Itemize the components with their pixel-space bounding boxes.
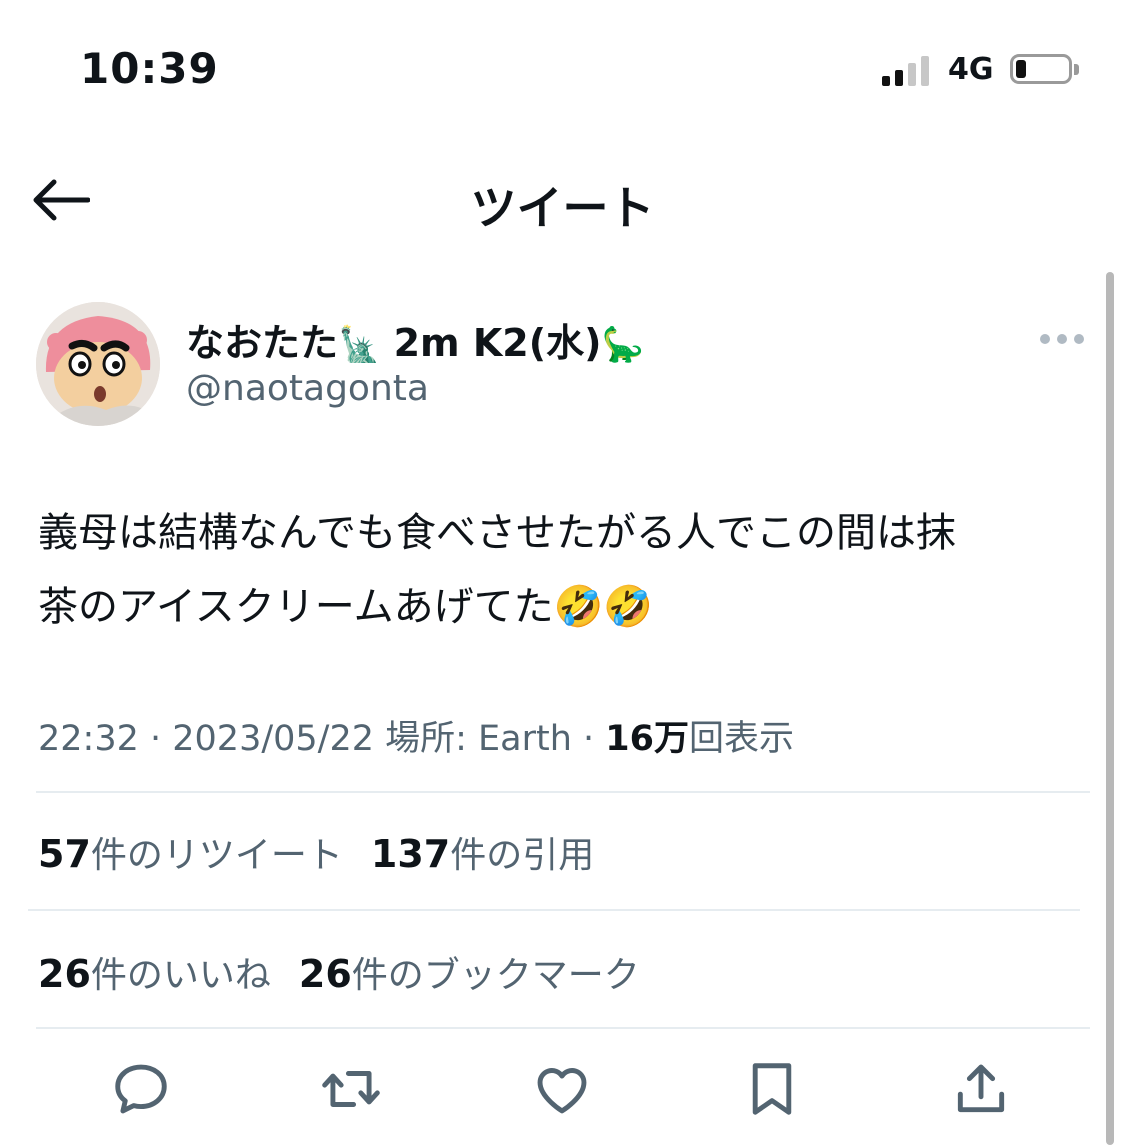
dinosaur-emoji: 🦕	[601, 325, 644, 365]
display-name-text: なおたた	[186, 321, 339, 365]
retweets-count: 57	[38, 832, 91, 876]
more-dot-icon	[1074, 334, 1084, 344]
display-name-text-2: 2m K2(水)	[380, 321, 602, 365]
battery-nub	[1074, 64, 1079, 75]
retweets-label: 件のリツイート	[90, 835, 343, 876]
tweet-text: 義母は結構なんでも食べさせたがる人でこの間は抹 茶のアイスクリームあげてた🤣🤣	[38, 496, 1088, 644]
signal-strength-icon	[882, 54, 934, 86]
retweet-arrows-icon	[322, 1071, 380, 1107]
divider	[36, 791, 1090, 793]
bookmark-button[interactable]	[741, 1058, 803, 1120]
speech-bubble-icon	[115, 1064, 167, 1114]
quotes-label: 件の引用	[450, 835, 595, 876]
divider	[36, 1027, 1090, 1029]
likes-label: 件のいいね	[90, 955, 271, 996]
likes-count: 26	[38, 952, 91, 996]
views-label: 回表示	[689, 719, 795, 759]
heart-icon	[537, 1068, 587, 1114]
quotes-stat[interactable]: 137件の引用	[370, 832, 595, 876]
avatar-image	[36, 302, 160, 426]
statue-of-liberty-emoji: 🗽	[338, 325, 381, 365]
share-upload-icon	[957, 1064, 1005, 1113]
tweet-date[interactable]: 2023/05/22	[172, 719, 374, 759]
engagement-stats-row: 26件のいいね 26件のブックマーク	[38, 946, 640, 998]
battery-icon	[1010, 54, 1072, 84]
arrow-left-icon	[33, 179, 91, 221]
engagement-stats-row: 57件のリツイート 137件の引用	[38, 826, 594, 878]
back-button[interactable]	[32, 178, 91, 222]
bookmark-icon	[752, 1063, 792, 1115]
meta-separator: ·	[571, 719, 606, 759]
retweet-button[interactable]	[320, 1058, 382, 1120]
divider	[28, 909, 1080, 911]
retweets-stat[interactable]: 57件のリツイート	[38, 832, 343, 876]
tweet-location: 場所: Earth	[374, 719, 572, 759]
tweet-text-line: 義母は結構なんでも食べさせたがる人でこの間は抹	[38, 510, 956, 556]
reply-button[interactable]	[110, 1058, 172, 1120]
share-button[interactable]	[950, 1058, 1012, 1120]
like-button[interactable]	[531, 1058, 593, 1120]
bookmarks-label: 件のブックマーク	[351, 955, 640, 996]
tweet-meta: 22:32 · 2023/05/22 場所: Earth · 16万回表示	[38, 710, 794, 761]
more-options-button[interactable]	[1040, 330, 1084, 348]
author-display-name[interactable]: なおたた🗽 2m K2(水)🦕	[186, 312, 644, 367]
network-type: 4G	[948, 52, 994, 87]
views-count: 16万	[605, 719, 690, 759]
bookmarks-count: 26	[298, 952, 352, 996]
tweet-text-line: 茶のアイスクリームあげてた🤣🤣	[38, 584, 654, 630]
author-username[interactable]: @naotagonta	[186, 368, 429, 409]
more-dot-icon	[1057, 334, 1067, 344]
status-time: 10:39	[80, 44, 219, 93]
likes-stat[interactable]: 26件のいいね	[38, 952, 271, 996]
quotes-count: 137	[370, 832, 451, 876]
scrollbar[interactable]	[1106, 272, 1114, 1145]
avatar[interactable]	[36, 302, 160, 426]
bookmarks-stat[interactable]: 26件のブックマーク	[298, 952, 640, 996]
more-dot-icon	[1040, 334, 1050, 344]
page-title: ツイート	[470, 181, 655, 235]
meta-separator: ·	[138, 719, 173, 759]
tweet-time[interactable]: 22:32	[38, 719, 139, 759]
